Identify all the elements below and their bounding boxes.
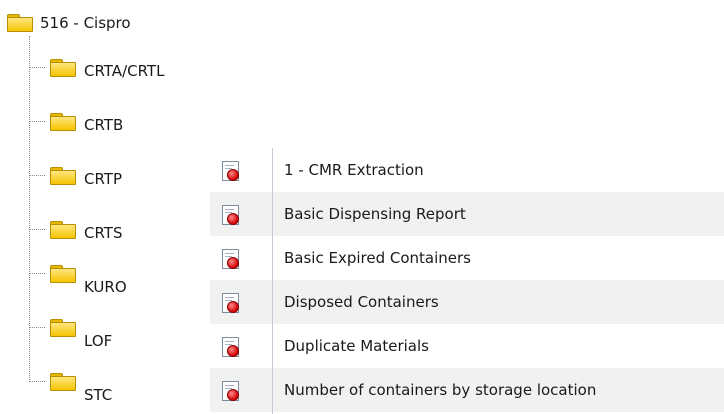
report-row[interactable]: Basic Dispensing Report	[210, 192, 724, 236]
report-icon	[222, 161, 240, 181]
report-label: Disposed Containers	[284, 293, 439, 311]
report-list: 1 - CMR Extraction Basic Dispensing Repo…	[210, 148, 724, 414]
tree-node-label: STC	[84, 386, 113, 404]
report-label: Basic Dispensing Report	[284, 205, 466, 223]
report-icon	[222, 205, 240, 225]
report-icon	[222, 337, 240, 357]
tree-node-label: LOF	[84, 332, 113, 350]
tree-branch	[29, 121, 45, 122]
column-divider	[272, 148, 273, 414]
tree-branch	[29, 273, 45, 274]
report-icon	[222, 381, 240, 401]
tree-branch	[29, 381, 45, 382]
report-label: Duplicate Materials	[284, 337, 429, 355]
tree-root-label: 516 - Cispro	[40, 14, 131, 32]
folder-icon	[50, 113, 76, 131]
folder-icon	[50, 373, 76, 391]
report-row[interactable]: Disposed Containers	[210, 280, 724, 324]
report-row[interactable]: Number of containers by storage location	[210, 368, 724, 412]
tree-branch	[29, 229, 45, 230]
folder-icon	[50, 221, 76, 239]
tree-node-label: KURO	[84, 278, 127, 296]
folder-icon	[50, 265, 76, 283]
report-row[interactable]: 1 - CMR Extraction	[210, 148, 724, 192]
tree-connector	[29, 36, 30, 382]
folder-icon	[50, 167, 76, 185]
tree-branch	[29, 175, 45, 176]
report-icon	[222, 293, 240, 313]
report-label: 1 - CMR Extraction	[284, 161, 424, 179]
tree-node-label: CRTA/CRTL	[84, 62, 165, 80]
report-label: Number of containers by storage location	[284, 381, 597, 399]
folder-icon	[50, 319, 76, 337]
tree-node-label: CRTB	[84, 116, 124, 134]
tree-node-label: CRTS	[84, 224, 123, 242]
folder-icon	[50, 59, 76, 77]
folder-icon	[7, 14, 33, 32]
report-row[interactable]: Duplicate Materials	[210, 324, 724, 368]
report-row[interactable]: Basic Expired Containers	[210, 236, 724, 280]
tree-branch	[29, 67, 45, 68]
tree-branch	[29, 327, 45, 328]
report-icon	[222, 249, 240, 269]
report-label: Basic Expired Containers	[284, 249, 471, 267]
tree-node-label: CRTP	[84, 170, 123, 188]
